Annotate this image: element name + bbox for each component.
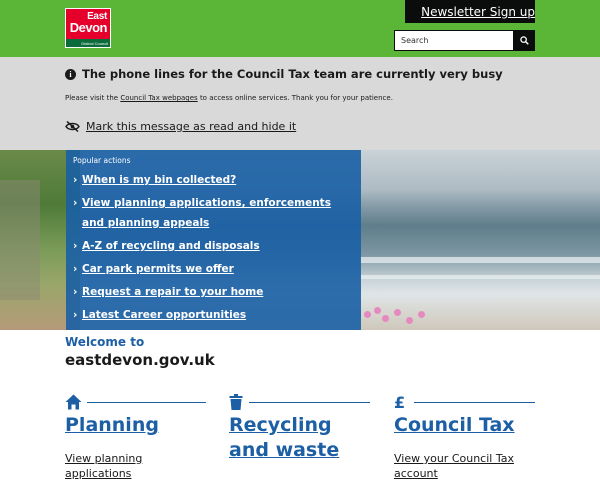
action-label: Car park permits we offer xyxy=(82,263,234,275)
action-request-repair[interactable]: › Request a repair to your home xyxy=(73,282,354,302)
chevron-right-icon: › xyxy=(73,309,78,321)
alert-text-after: to access online services. Thank you for… xyxy=(199,94,393,102)
search-button[interactable] xyxy=(514,30,535,51)
hero-wave xyxy=(360,275,600,279)
card-title-council-tax[interactable]: Council Tax xyxy=(394,413,536,438)
hero-cliff-rock xyxy=(0,180,40,300)
hero-flower xyxy=(374,307,381,314)
action-recycling-az[interactable]: › A-Z of recycling and disposals xyxy=(73,236,354,256)
view-planning-applications-link[interactable]: View planning applications xyxy=(65,451,207,480)
council-tax-webpages-link[interactable]: Council Tax webpages xyxy=(120,94,197,102)
hero-flower xyxy=(394,309,401,316)
card-title-planning[interactable]: Planning xyxy=(65,413,207,438)
action-label: View planning applications, enforcements… xyxy=(82,197,331,229)
card-link-label: View planning applications xyxy=(65,452,143,480)
view-council-tax-account-link[interactable]: View your Council Tax account xyxy=(394,451,536,480)
chevron-right-icon: › xyxy=(73,286,78,298)
action-label: When is my bin collected? xyxy=(82,174,237,186)
hero-flower xyxy=(418,311,425,318)
card-divider xyxy=(249,402,370,403)
pound-glyph: £ xyxy=(394,392,406,412)
eye-slash-icon xyxy=(65,121,80,132)
logo-text-council: District Council xyxy=(81,41,108,46)
hero-flower xyxy=(382,315,389,322)
search-form xyxy=(394,30,535,51)
chevron-right-icon: › xyxy=(73,240,78,252)
hero-flowers xyxy=(360,305,440,330)
chevron-right-icon: › xyxy=(73,197,78,209)
hero-flower xyxy=(364,311,371,318)
alert-heading: i The phone lines for the Council Tax te… xyxy=(65,67,503,81)
site-header: East Devon District Council Newsletter S… xyxy=(0,0,600,57)
card-divider xyxy=(414,402,535,403)
action-label: A-Z of recycling and disposals xyxy=(82,240,260,252)
card-planning: Planning View planning applications xyxy=(65,393,207,480)
hero-flower xyxy=(406,317,413,324)
alert-banner: i The phone lines for the Council Tax te… xyxy=(0,57,600,150)
chevron-right-icon: › xyxy=(73,174,78,186)
dismiss-alert-button[interactable]: Mark this message as read and hide it xyxy=(65,120,296,133)
alert-title: The phone lines for the Council Tax team… xyxy=(82,67,503,81)
action-label: Latest Career opportunities xyxy=(82,309,247,321)
newsletter-signup-label: Newsletter Sign up xyxy=(421,4,535,19)
info-icon: i xyxy=(65,68,76,80)
card-council-tax: £ Council Tax View your Council Tax acco… xyxy=(394,393,536,480)
dismiss-alert-label: Mark this message as read and hide it xyxy=(86,120,297,133)
alert-message: Please visit the Council Tax webpages to… xyxy=(65,94,393,102)
action-planning-applications[interactable]: › View planning applications, enforcemen… xyxy=(73,193,354,233)
card-recycling: Recycling and waste xyxy=(229,393,371,463)
chevron-right-icon: › xyxy=(73,263,78,275)
action-careers[interactable]: › Latest Career opportunities xyxy=(73,305,354,325)
search-icon xyxy=(520,36,529,45)
newsletter-signup-button[interactable]: Newsletter Sign up xyxy=(405,0,535,23)
popular-actions-heading: Popular actions xyxy=(73,156,131,165)
logo-text-devon: Devon xyxy=(69,20,108,35)
alert-text-before: Please visit the xyxy=(65,94,119,102)
action-bin-collection[interactable]: › When is my bin collected? xyxy=(73,170,354,190)
popular-actions-panel: Popular actions › When is my bin collect… xyxy=(66,150,361,330)
hero-banner: Popular actions › When is my bin collect… xyxy=(0,150,600,330)
welcome-subtitle: Welcome to xyxy=(65,335,145,349)
action-car-park-permits[interactable]: › Car park permits we offer xyxy=(73,259,354,279)
card-divider xyxy=(87,402,206,403)
card-title-recycling[interactable]: Recycling and waste xyxy=(229,413,371,463)
east-devon-logo[interactable]: East Devon District Council xyxy=(65,8,111,48)
action-label: Request a repair to your home xyxy=(82,286,264,298)
hero-wave xyxy=(360,257,600,263)
welcome-title: eastdevon.gov.uk xyxy=(65,351,215,369)
search-input[interactable] xyxy=(394,30,514,51)
